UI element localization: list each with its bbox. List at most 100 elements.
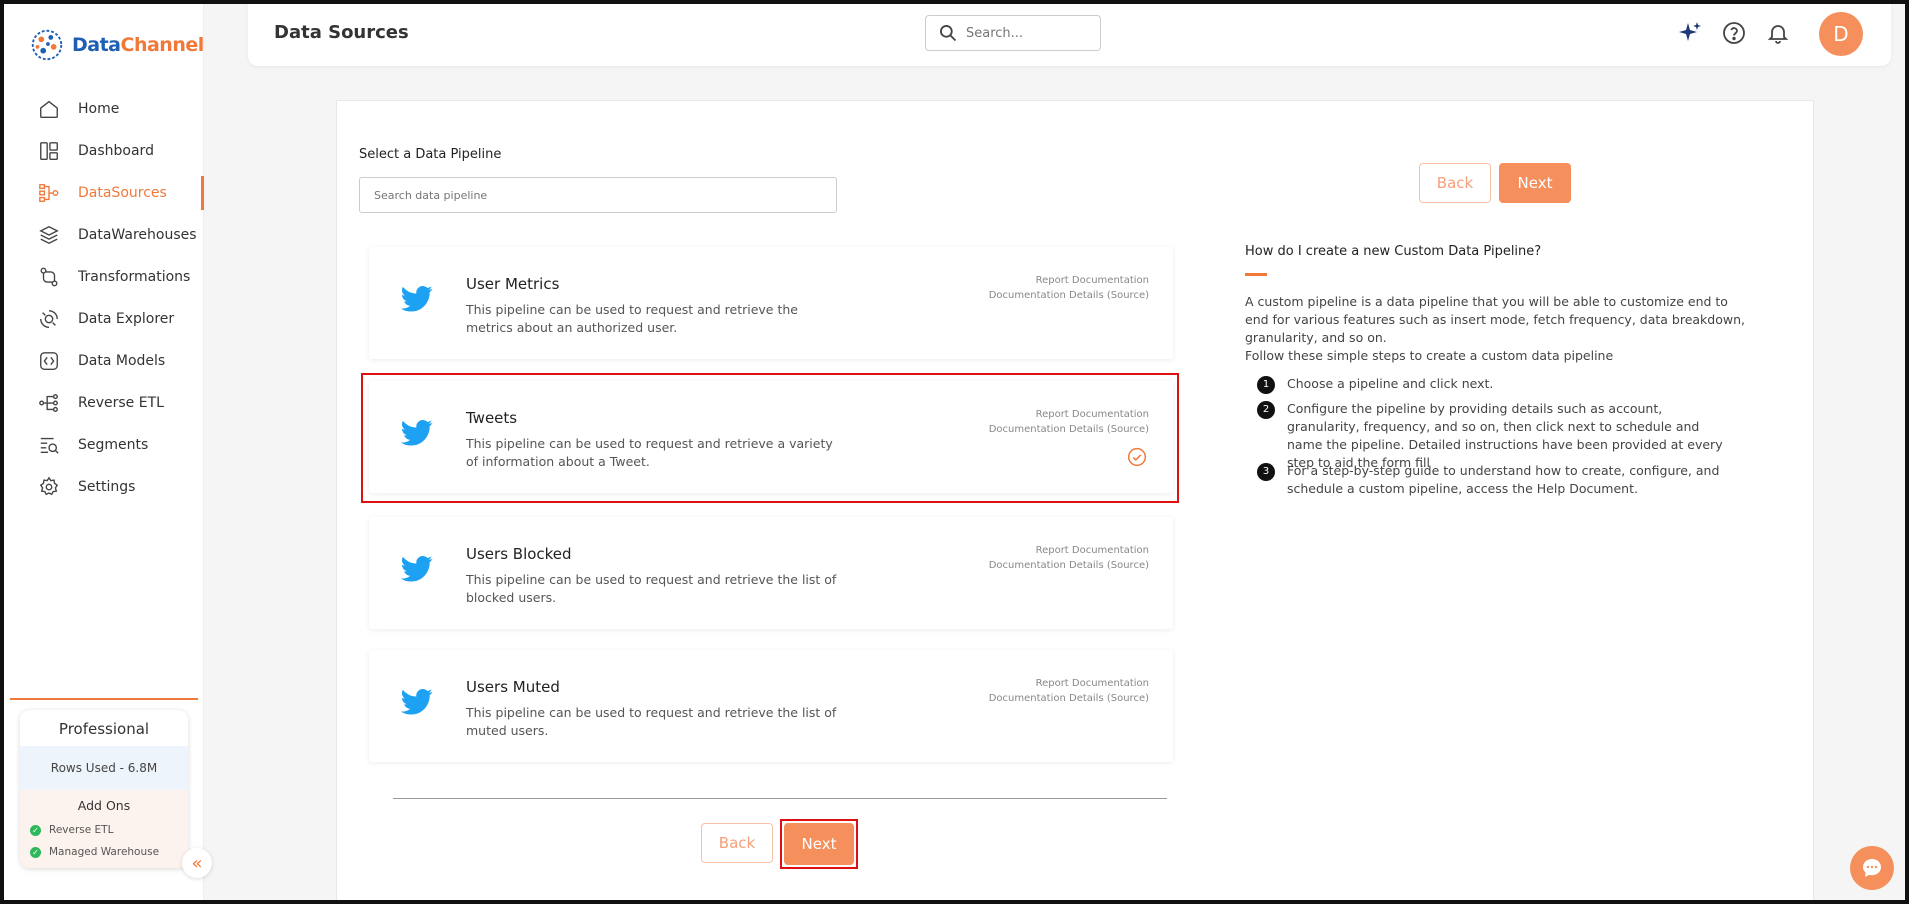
pipeline-description: This pipeline can be used to request and… <box>466 436 833 469</box>
search-input[interactable] <box>966 25 1086 41</box>
pipeline-doc-links: Report Documentation Documentation Detai… <box>989 676 1149 706</box>
help-step: 3 For a step-by-step guide to understand… <box>1257 462 1737 498</box>
sidebar-item-home[interactable]: Home <box>4 88 204 130</box>
sidebar-item-label: DataWarehouses <box>78 227 197 243</box>
sidebar-item-segments[interactable]: Segments <box>4 424 204 466</box>
section-divider <box>393 798 1167 799</box>
twitter-icon <box>401 556 433 582</box>
settings-icon <box>39 476 59 496</box>
segments-icon <box>40 437 59 454</box>
sidebar-item-label: Transformations <box>78 269 191 285</box>
chat-support-button[interactable] <box>1850 846 1894 890</box>
documentation-details-link[interactable]: Documentation Details (Source) <box>989 691 1149 706</box>
pipeline-description: This pipeline can be used to request and… <box>466 705 837 738</box>
brand-name: DataChannel <box>72 34 204 56</box>
pipeline-name: Users Blocked <box>466 545 572 563</box>
pipeline-doc-links: Report Documentation Documentation Detai… <box>989 543 1149 573</box>
plan-addons: Add Ons ✓ Reverse ETL ✓ Managed Warehous… <box>20 790 188 868</box>
twitter-icon <box>401 420 433 446</box>
next-button-bottom[interactable]: Next <box>784 823 854 865</box>
datachannel-logo-icon <box>31 29 63 61</box>
global-search[interactable] <box>925 15 1101 51</box>
report-documentation-link[interactable]: Report Documentation <box>989 407 1149 422</box>
home-icon <box>40 100 58 118</box>
page-title: Data Sources <box>274 22 409 43</box>
help-step: 1 Choose a pipeline and click next. <box>1257 375 1737 394</box>
documentation-details-link[interactable]: Documentation Details (Source) <box>989 422 1149 437</box>
dashboard-icon <box>40 142 58 160</box>
step-number: 2 <box>1257 401 1275 419</box>
check-circle-icon: ✓ <box>30 846 41 858</box>
sidebar-item-label: Data Models <box>78 353 166 369</box>
sidebar-item-dashboard[interactable]: Dashboard <box>4 130 204 172</box>
pipeline-description: This pipeline can be used to request and… <box>466 302 798 335</box>
sidebar-item-datasources[interactable]: DataSources <box>4 172 204 214</box>
sidebar-item-label: Settings <box>78 479 136 495</box>
pipeline-doc-links: Report Documentation Documentation Detai… <box>989 407 1149 437</box>
double-chevron-left-icon: « <box>191 852 203 874</box>
check-circle-icon: ✓ <box>30 824 41 836</box>
plan-title: Professional <box>58 720 150 738</box>
sparkle-ai-icon[interactable] <box>1678 21 1702 45</box>
help-title: How do I create a new Custom Data Pipeli… <box>1245 244 1542 259</box>
chat-bubble-icon <box>1863 859 1881 877</box>
report-documentation-link[interactable]: Report Documentation <box>989 676 1149 691</box>
datawarehouses-icon <box>39 225 59 245</box>
reverse-etl-icon <box>39 394 58 412</box>
pipeline-description: This pipeline can be used to request and… <box>466 572 837 605</box>
twitter-icon <box>401 689 433 715</box>
sidebar-item-datawarehouses[interactable]: DataWarehouses <box>4 214 204 256</box>
sidebar-item-label: Segments <box>78 437 149 453</box>
data-explorer-icon <box>40 310 58 328</box>
plan-card: Professional Rows Used - 6.8M Add Ons ✓ … <box>20 710 188 868</box>
data-models-icon <box>40 352 58 370</box>
back-button-top[interactable]: Back <box>1419 163 1491 203</box>
sidebar-item-data-models[interactable]: Data Models <box>4 340 204 382</box>
top-header: Data Sources D <box>248 4 1891 66</box>
sidebar-item-data-explorer[interactable]: Data Explorer <box>4 298 204 340</box>
next-button-top[interactable]: Next <box>1499 163 1571 203</box>
user-avatar[interactable]: D <box>1819 12 1863 56</box>
addon-item: ✓ Managed Warehouse <box>20 841 188 863</box>
sidebar-item-label: Dashboard <box>78 143 154 159</box>
plan-rows-used: Rows Used - 6.8M <box>20 746 188 790</box>
sidebar-item-settings[interactable]: Settings <box>4 466 204 508</box>
pipeline-card-tweets[interactable]: Tweets This pipeline can be used to requ… <box>369 381 1173 493</box>
pipeline-selection-panel: Select a Data Pipeline Back Next User Me… <box>336 100 1814 904</box>
pipeline-name: Users Muted <box>466 678 560 696</box>
sidebar-nav: Home Dashboard DataSources DataWarehouse… <box>4 88 204 508</box>
sidebar-item-label: Reverse ETL <box>78 395 164 411</box>
pipeline-doc-links: Report Documentation Documentation Detai… <box>989 273 1149 303</box>
datasources-icon <box>39 184 59 202</box>
pipeline-card-users-muted[interactable]: Users Muted This pipeline can be used to… <box>369 650 1173 762</box>
transformations-icon <box>40 267 58 287</box>
help-intro: A custom pipeline is a data pipeline tha… <box>1245 294 1745 363</box>
pipeline-card-user-metrics[interactable]: User Metrics This pipeline can be used t… <box>369 247 1173 359</box>
sidebar-item-reverse-etl[interactable]: Reverse ETL <box>4 382 204 424</box>
back-button-bottom[interactable]: Back <box>701 823 773 863</box>
search-icon <box>940 25 957 42</box>
bell-icon[interactable] <box>1766 21 1790 45</box>
selected-check-icon <box>1127 447 1147 467</box>
app-logo[interactable]: DataChannel <box>28 26 204 64</box>
report-documentation-link[interactable]: Report Documentation <box>989 273 1149 288</box>
collapse-sidebar-button[interactable]: « <box>182 848 212 878</box>
pipeline-search-input[interactable] <box>359 177 837 213</box>
pipeline-name: User Metrics <box>466 275 560 293</box>
sidebar: DataChannel Home Dashboard DataSources D… <box>4 4 204 900</box>
documentation-details-link[interactable]: Documentation Details (Source) <box>989 288 1149 303</box>
addon-item: ✓ Reverse ETL <box>20 819 188 841</box>
plan-divider <box>10 698 198 700</box>
pipeline-card-users-blocked[interactable]: Users Blocked This pipeline can be used … <box>369 517 1173 629</box>
report-documentation-link[interactable]: Report Documentation <box>989 543 1149 558</box>
pipeline-name: Tweets <box>466 409 518 427</box>
sidebar-item-label: Home <box>78 101 120 117</box>
sidebar-item-transformations[interactable]: Transformations <box>4 256 204 298</box>
sidebar-item-label: DataSources <box>78 185 167 201</box>
help-title-underline <box>1245 273 1267 276</box>
step-number: 3 <box>1257 463 1275 481</box>
help-icon[interactable] <box>1722 21 1746 45</box>
step-number: 1 <box>1257 376 1275 394</box>
documentation-details-link[interactable]: Documentation Details (Source) <box>989 558 1149 573</box>
twitter-icon <box>401 286 433 312</box>
